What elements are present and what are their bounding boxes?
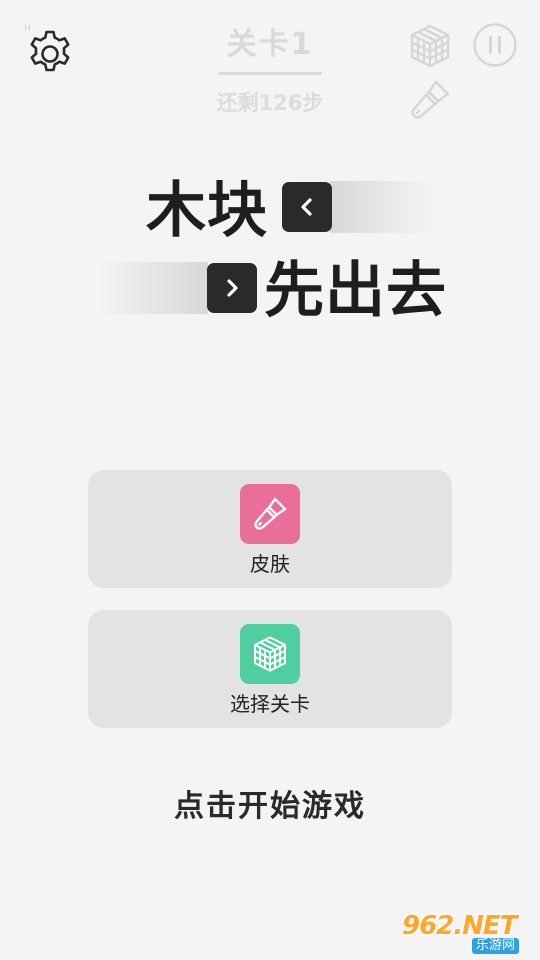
level-header: 关卡1 bbox=[200, 24, 340, 75]
level-icon-box bbox=[240, 624, 300, 684]
paint-brush-icon bbox=[254, 497, 287, 530]
settings-gear-icon[interactable] bbox=[22, 24, 78, 80]
left-arrow-block bbox=[282, 182, 332, 232]
pause-button[interactable] bbox=[472, 22, 518, 68]
skin-label: 皮肤 bbox=[250, 552, 290, 576]
chevron-right-icon bbox=[227, 279, 238, 297]
game-title-line1: 木块 bbox=[146, 176, 268, 246]
remaining-steps: 还剩126步 bbox=[216, 91, 324, 115]
paint-brush-icon[interactable] bbox=[406, 76, 454, 124]
game-title-line2: 先出去 bbox=[264, 256, 447, 326]
watermark-subtitle: 乐游网 bbox=[472, 938, 520, 954]
cube-icon bbox=[254, 636, 286, 672]
right-arrow-block bbox=[207, 263, 257, 313]
skin-icon-box bbox=[240, 484, 300, 544]
chevron-left-icon bbox=[301, 198, 312, 216]
pause-icon bbox=[473, 23, 517, 67]
level-title: 关卡1 bbox=[226, 27, 314, 62]
game-screen: H 关卡1 还剩126步 木块 先出去 皮肤 选择关卡 点击开始游戏 962.N… bbox=[0, 0, 540, 960]
level-title-underline bbox=[218, 72, 322, 75]
cube-icon[interactable] bbox=[406, 22, 454, 70]
left-block-motion-trail bbox=[330, 181, 434, 233]
watermark-logo: 962.NET bbox=[402, 911, 517, 941]
skin-button[interactable]: 皮肤 bbox=[88, 470, 452, 588]
right-block-motion-trail bbox=[96, 262, 208, 314]
select-level-button[interactable]: 选择关卡 bbox=[88, 610, 452, 728]
site-watermark: 962.NET 乐游网 bbox=[402, 912, 536, 956]
select-level-label: 选择关卡 bbox=[230, 692, 310, 716]
start-game-prompt[interactable]: 点击开始游戏 bbox=[0, 786, 540, 828]
